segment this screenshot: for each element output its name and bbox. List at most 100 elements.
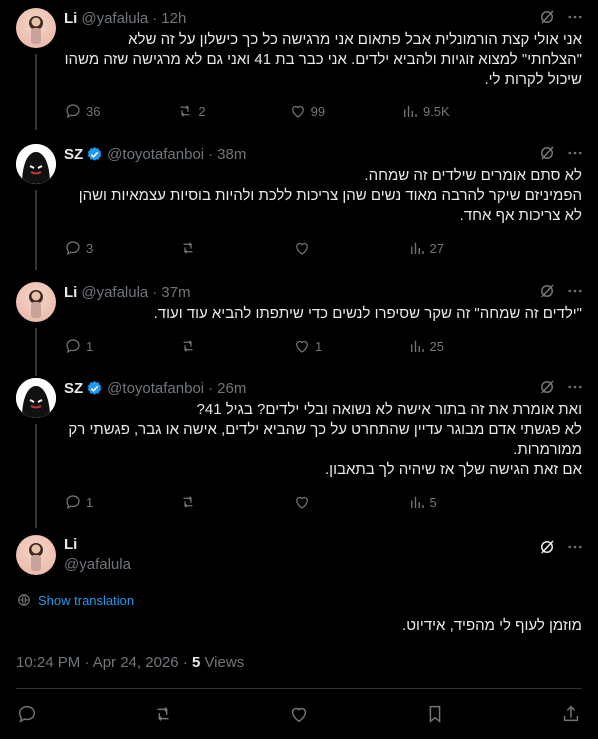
avatar[interactable]: [16, 8, 56, 48]
reply-count: 36: [86, 103, 101, 119]
author-name[interactable]: SZ: [64, 380, 83, 397]
tweet-text: לא סתם אומרים שילדים זה שמחה. הפמיניזם ש…: [78, 167, 582, 224]
author-handle[interactable]: @yafalula: [81, 284, 148, 301]
views-count: 9.5K: [422, 103, 450, 119]
reply-icon: [66, 495, 80, 510]
avatar[interactable]: [16, 378, 56, 418]
reply-tweet-1[interactable]: Li @yafalula · 12h אני אולי קצת הורמונלי…: [0, 8, 598, 130]
heart-icon: [296, 496, 308, 509]
heart-icon: [291, 105, 304, 118]
views-icon: [410, 340, 424, 352]
avatar[interactable]: [16, 282, 56, 322]
reply-count: 1: [86, 494, 94, 510]
author-name[interactable]: Li: [64, 10, 77, 27]
views-icon: [404, 105, 417, 117]
tweet-time[interactable]: 37m: [161, 284, 190, 301]
reply-count: 1: [86, 338, 94, 354]
reply-icon: [66, 104, 80, 119]
heart-icon[interactable]: [288, 703, 310, 725]
author-handle[interactable]: @yafalula: [81, 10, 148, 27]
views-count: 25: [429, 338, 444, 354]
repost-button[interactable]: 2: [176, 102, 216, 120]
reply-button[interactable]: 36: [64, 102, 104, 120]
main-post-author-name[interactable]: Li: [64, 536, 77, 553]
reply-icon[interactable]: [16, 703, 38, 725]
views-icon: [410, 496, 424, 508]
views-button[interactable]: 25: [408, 337, 448, 355]
author-handle[interactable]: @toyotafanboi: [107, 380, 204, 397]
reply-count: 3: [86, 240, 94, 256]
views-button[interactable]: 5: [408, 493, 448, 511]
repost-icon: [183, 340, 192, 352]
views-button[interactable]: 9.5K: [401, 102, 450, 120]
like-button[interactable]: [293, 239, 333, 257]
repost-button[interactable]: [179, 493, 219, 511]
views-count: 5: [429, 494, 437, 510]
tweet-actions: 1 1 25: [64, 336, 582, 356]
main-post-avatar[interactable]: [16, 535, 56, 575]
tweet-time[interactable]: 12h: [161, 10, 186, 27]
more-icon[interactable]: [566, 144, 584, 162]
reply-tweet-4[interactable]: SZ @toyotafanboi · 26m ואת אומרת את זה ב…: [0, 378, 598, 528]
post-timestamp[interactable]: 10:24 PM · Apr 24, 2026 ·: [16, 654, 192, 671]
tweet-header: SZ @toyotafanboi · 38m: [64, 144, 246, 164]
like-button[interactable]: 99: [289, 102, 329, 120]
views-button[interactable]: 27: [408, 239, 448, 257]
repost-icon: [183, 496, 192, 508]
separator-dot: ·: [152, 9, 158, 27]
author-name[interactable]: Li: [64, 284, 77, 301]
more-icon[interactable]: [566, 378, 584, 396]
tweet-top-icons: [538, 378, 584, 396]
grok-icon[interactable]: [538, 8, 556, 26]
show-translation-link[interactable]: Show translation: [16, 592, 134, 608]
grok-icon[interactable]: [538, 538, 556, 556]
repost-icon: [180, 105, 190, 117]
repost-button[interactable]: [179, 337, 219, 355]
divider: [16, 688, 582, 689]
avatar[interactable]: [16, 144, 56, 184]
thread-line: [35, 424, 37, 528]
thread-line: [35, 328, 37, 376]
tweet-top-icons: [538, 8, 584, 26]
heart-icon: [296, 242, 308, 255]
repost-icon[interactable]: [152, 703, 174, 725]
grok-icon[interactable]: [538, 378, 556, 396]
bookmark-icon[interactable]: [424, 703, 446, 725]
reply-tweet-3[interactable]: Li @yafalula · 37m "ילדים זה שמחה" זה שק…: [0, 282, 598, 376]
verified-badge-icon[interactable]: [86, 146, 103, 163]
more-icon[interactable]: [566, 282, 584, 300]
reply-button[interactable]: 1: [64, 337, 104, 355]
like-count: 99: [310, 103, 326, 119]
more-icon[interactable]: [566, 8, 584, 26]
reply-tweet-2[interactable]: SZ @toyotafanboi · 38m לא סתם אומרים שיל…: [0, 144, 598, 270]
tweet-top-icons: [538, 282, 584, 300]
author-handle[interactable]: @toyotafanboi: [107, 146, 204, 163]
views-label: Views: [200, 654, 245, 671]
author-name[interactable]: SZ: [64, 146, 83, 163]
main-post-actions: [16, 702, 582, 726]
like-button[interactable]: [293, 493, 333, 511]
thread-line: [35, 190, 37, 270]
reply-button[interactable]: 3: [64, 239, 104, 257]
tweet-time[interactable]: 38m: [217, 146, 246, 163]
main-post-author-handle[interactable]: @yafalula: [64, 556, 131, 573]
grok-icon[interactable]: [538, 282, 556, 300]
more-icon[interactable]: [566, 538, 584, 556]
separator-dot: ·: [208, 145, 214, 163]
views-icon: [410, 242, 424, 254]
repost-icon: [183, 242, 192, 254]
reply-button[interactable]: 1: [64, 493, 104, 511]
tweet-time[interactable]: 26m: [217, 380, 246, 397]
grok-icon[interactable]: [538, 144, 556, 162]
heart-icon: [296, 340, 308, 353]
views-count: 27: [429, 240, 444, 256]
repost-button[interactable]: [179, 239, 219, 257]
post-meta: 10:24 PM · Apr 24, 2026 · 5 Views: [16, 654, 244, 671]
verified-badge-icon[interactable]: [86, 380, 103, 397]
share-icon[interactable]: [560, 703, 582, 725]
like-count: 1: [315, 338, 323, 354]
like-button[interactable]: 1: [293, 337, 333, 355]
separator-dot: ·: [208, 379, 214, 397]
tweet-top-icons: [538, 144, 584, 162]
tweet-header: Li @yafalula · 12h: [64, 8, 186, 28]
